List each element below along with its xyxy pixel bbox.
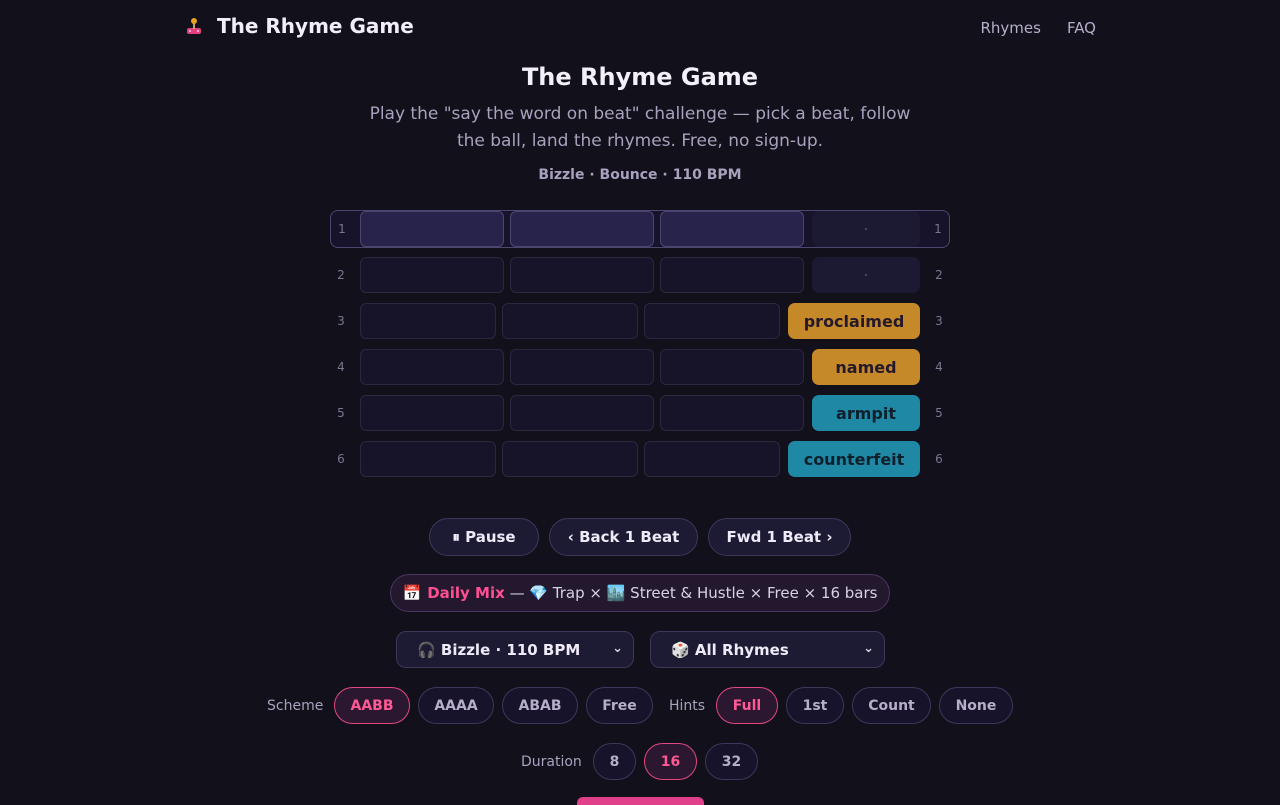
beat-cell — [360, 395, 504, 431]
rhyme-set-select[interactable]: 🎲 All Rhymes ⌄ — [650, 631, 885, 668]
current-beat-info: Bizzle · Bounce · 110 BPM — [538, 167, 742, 183]
page-title: The Rhyme Game — [521, 63, 759, 91]
chevron-down-icon: ⌄ — [612, 641, 623, 656]
board-row: 4 named 4 — [330, 348, 950, 386]
board-row: 5 armpit 5 — [330, 394, 950, 432]
brand[interactable]: The Rhyme Game — [185, 14, 414, 38]
placeholder-dot — [865, 228, 867, 230]
beat-cell — [360, 441, 496, 477]
beat-cell — [502, 441, 638, 477]
beat-cell — [644, 441, 780, 477]
beat-cell — [660, 257, 804, 293]
rhyme-word-slot — [812, 257, 920, 293]
beat-cell — [510, 211, 654, 247]
board-row: 3 proclaimed 3 — [330, 302, 950, 340]
beat-cell — [360, 257, 504, 293]
page-subtitle: Play the "say the word on beat" challeng… — [369, 104, 911, 151]
beat-cell — [360, 349, 504, 385]
beat-cell — [660, 349, 804, 385]
scheme-option-abab[interactable]: ABAB — [502, 687, 578, 724]
row-number: 4 — [337, 360, 345, 374]
row-number: 2 — [935, 268, 943, 282]
beat-select[interactable]: 🎧 Bizzle · 110 BPM ⌄ — [396, 631, 634, 668]
rhyme-set-select-value: 🎲 All Rhymes — [671, 640, 789, 659]
row-number: 4 — [935, 360, 943, 374]
rhyme-word: named — [812, 349, 920, 385]
beat-cell — [502, 303, 638, 339]
row-number: 1 — [934, 222, 942, 236]
daily-mix-label: Daily Mix — [427, 584, 505, 602]
scheme-option-free[interactable]: Free — [586, 687, 653, 724]
rhyme-word: counterfeit — [788, 441, 920, 477]
nav-link-rhymes[interactable]: Rhymes — [980, 19, 1040, 37]
scheme-option-aaaa[interactable]: AAAA — [418, 687, 494, 724]
row-number: 6 — [935, 452, 943, 466]
nav-link-faq[interactable]: FAQ — [1067, 19, 1096, 37]
joystick-icon — [185, 17, 203, 35]
beat-cell — [644, 303, 780, 339]
beat-cell — [360, 211, 504, 247]
duration-option-32[interactable]: 32 — [705, 743, 758, 780]
beat-cell — [660, 395, 804, 431]
calendar-icon: 📅 — [402, 584, 422, 602]
beat-cell — [510, 257, 654, 293]
chevron-down-icon: ⌄ — [863, 641, 874, 656]
hints-option-first[interactable]: 1st — [786, 687, 844, 724]
duration-option-16[interactable]: 16 — [644, 743, 697, 780]
beat-cell — [360, 303, 496, 339]
brand-name: The Rhyme Game — [217, 14, 414, 38]
rhyme-word: proclaimed — [788, 303, 920, 339]
hints-option-full[interactable]: Full — [716, 687, 778, 724]
daily-mix-button[interactable]: 📅 Daily Mix — 💎 Trap × 🏙️ Street & Hustl… — [390, 574, 890, 612]
row-number: 5 — [935, 406, 943, 420]
row-number: 3 — [337, 314, 345, 328]
beat-cell — [510, 349, 654, 385]
scheme-option-aabb[interactable]: AABB — [334, 687, 410, 724]
hints-option-none[interactable]: None — [939, 687, 1013, 724]
placeholder-dot — [865, 274, 867, 276]
main-nav: Rhymes FAQ — [980, 19, 1096, 37]
board-row: 1 1 — [330, 210, 950, 248]
pause-button[interactable]: ⏸ Pause — [429, 518, 539, 556]
beat-cell — [510, 395, 654, 431]
forward-beat-button[interactable]: Fwd 1 Beat › — [708, 518, 851, 556]
rhyme-word: armpit — [812, 395, 920, 431]
board-row: 6 counterfeit 6 — [330, 440, 950, 478]
duration-label: Duration — [521, 754, 582, 770]
start-button[interactable] — [577, 797, 704, 805]
hints-label: Hints — [669, 698, 706, 714]
board-row: 2 2 — [330, 256, 950, 294]
beat-cell — [660, 211, 804, 247]
row-number: 6 — [337, 452, 345, 466]
row-number: 1 — [338, 222, 346, 236]
daily-mix-details: — 💎 Trap × 🏙️ Street & Hustle × Free × 1… — [504, 584, 878, 602]
row-number: 2 — [337, 268, 345, 282]
hints-option-count[interactable]: Count — [852, 687, 931, 724]
duration-option-8[interactable]: 8 — [593, 743, 636, 780]
beat-select-value: 🎧 Bizzle · 110 BPM — [417, 640, 581, 659]
rhyme-word-slot — [812, 211, 920, 247]
row-number: 5 — [337, 406, 345, 420]
top-bar: The Rhyme Game Rhymes FAQ — [0, 0, 1280, 56]
back-beat-button[interactable]: ‹ Back 1 Beat — [549, 518, 698, 556]
row-number: 3 — [935, 314, 943, 328]
scheme-label: Scheme — [267, 698, 324, 714]
